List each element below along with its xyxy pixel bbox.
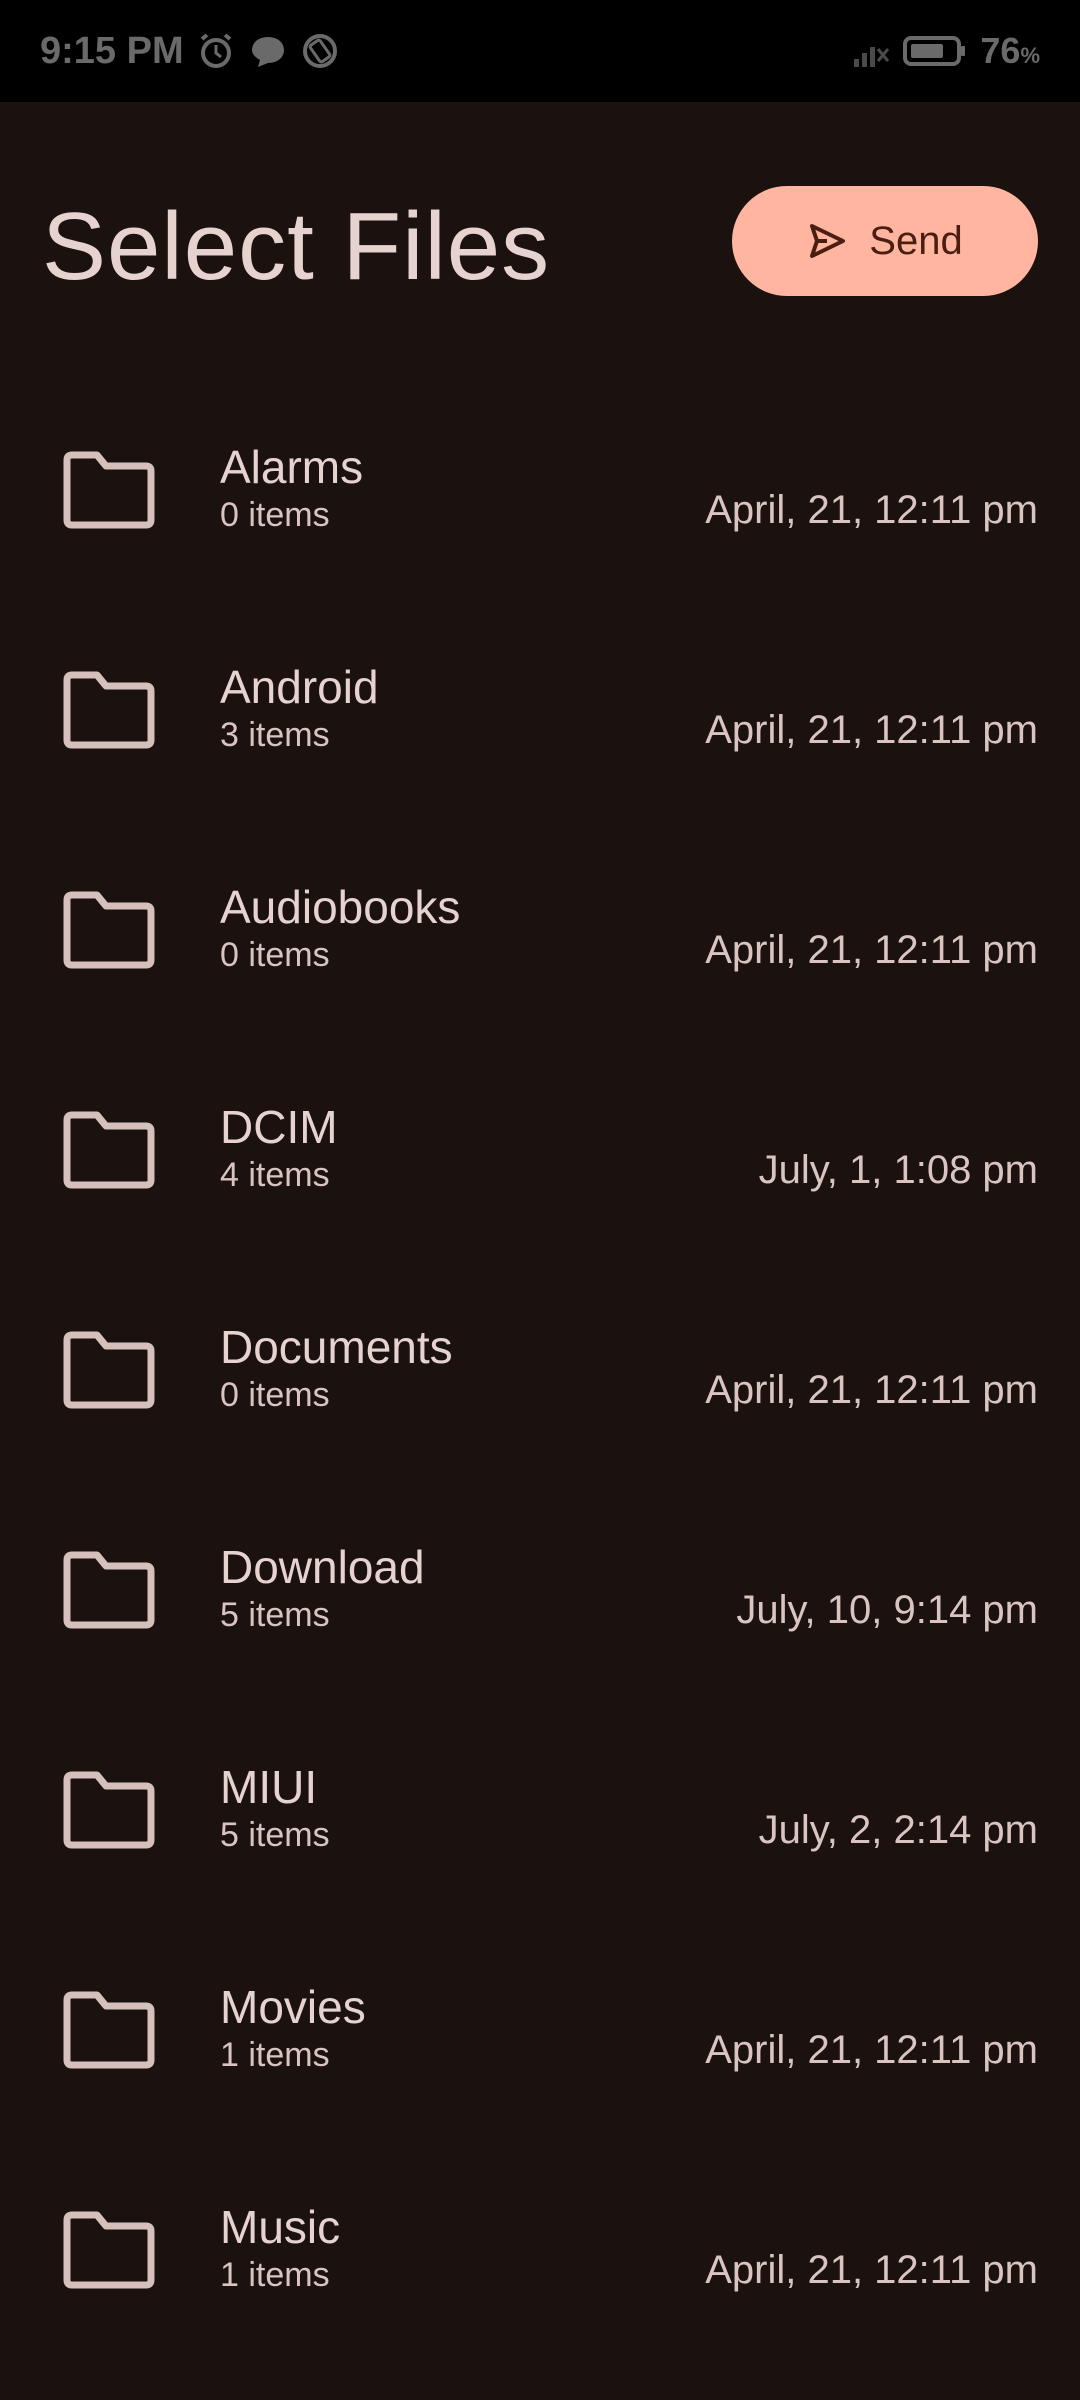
file-item-count: 1 items [220, 2256, 330, 2294]
file-name: Android [220, 661, 379, 713]
rotate-icon [302, 34, 337, 68]
status-right: 76% [850, 30, 1040, 72]
file-date: April, 21, 12:11 pm [705, 2248, 1038, 2292]
file-row[interactable]: Documents 0 items April, 21, 12:11 pm [0, 1260, 1080, 1480]
folder-icon [63, 1551, 155, 1629]
file-list: Alarms 0 items April, 21, 12:11 pm Android 3… [0, 380, 1080, 2360]
file-name: Audiobooks [220, 881, 461, 933]
folder-icon [63, 1111, 155, 1189]
folder-icon [63, 1771, 155, 1849]
send-label: Send [869, 218, 963, 263]
folder-icon [63, 1991, 155, 2069]
page-title: Select Files [42, 193, 551, 300]
file-item-count: 3 items [220, 716, 330, 754]
file-date: April, 21, 12:11 pm [705, 928, 1038, 972]
status-time: 9:15 PM [40, 29, 184, 72]
folder-icon [63, 451, 155, 529]
file-name: DCIM [220, 1101, 338, 1153]
folder-icon [63, 1331, 155, 1409]
file-item-count: 1 items [220, 2036, 330, 2074]
file-row[interactable]: Audiobooks 0 items April, 21, 12:11 pm [0, 820, 1080, 1040]
alarm-icon [200, 33, 231, 68]
file-date: April, 21, 12:11 pm [705, 1368, 1038, 1412]
file-item-count: 0 items [220, 1376, 330, 1414]
file-item-count: 0 items [220, 496, 330, 534]
file-date: July, 2, 2:14 pm [758, 1808, 1038, 1852]
file-row[interactable]: Music 1 items April, 21, 12:11 pm [0, 2140, 1080, 2360]
chat-icon [251, 37, 284, 67]
send-button[interactable]: Send [732, 186, 1038, 296]
file-date: April, 21, 12:11 pm [705, 708, 1038, 752]
file-date: April, 21, 12:11 pm [705, 2028, 1038, 2072]
file-date: July, 1, 1:08 pm [758, 1148, 1038, 1192]
file-item-count: 5 items [220, 1596, 330, 1634]
folder-icon [63, 2211, 155, 2289]
file-date: April, 21, 12:11 pm [705, 488, 1038, 532]
folder-icon [63, 891, 155, 969]
folder-icon [63, 671, 155, 749]
file-date: July, 10, 9:14 pm [736, 1588, 1038, 1632]
file-item-count: 5 items [220, 1816, 330, 1854]
file-item-count: 0 items [220, 936, 330, 974]
file-item-count: 4 items [220, 1156, 330, 1194]
file-name: Documents [220, 1321, 453, 1373]
file-name: Movies [220, 1981, 366, 2033]
file-name: Music [220, 2201, 341, 2253]
file-name: MIUI [220, 1761, 318, 1813]
file-row[interactable]: Android 3 items April, 21, 12:11 pm [0, 600, 1080, 820]
file-row[interactable]: DCIM 4 items July, 1, 1:08 pm [0, 1040, 1080, 1260]
signal-icon [854, 47, 890, 67]
file-name: Download [220, 1541, 425, 1593]
file-name: Alarms [220, 441, 364, 493]
battery-icon [903, 36, 966, 66]
file-row[interactable]: Download 5 items July, 10, 9:14 pm [0, 1480, 1080, 1700]
status-left: 9:15 PM [40, 30, 340, 73]
header: Select Files Send [0, 102, 1080, 332]
file-row[interactable]: Alarms 0 items April, 21, 12:11 pm [0, 380, 1080, 600]
file-row[interactable]: Movies 1 items April, 21, 12:11 pm [0, 1920, 1080, 2140]
status-bar: 9:15 PM 76% [0, 0, 1080, 102]
battery-percent: 76% [980, 30, 1040, 71]
send-icon [810, 224, 846, 258]
file-row[interactable]: MIUI 5 items July, 2, 2:14 pm [0, 1700, 1080, 1920]
